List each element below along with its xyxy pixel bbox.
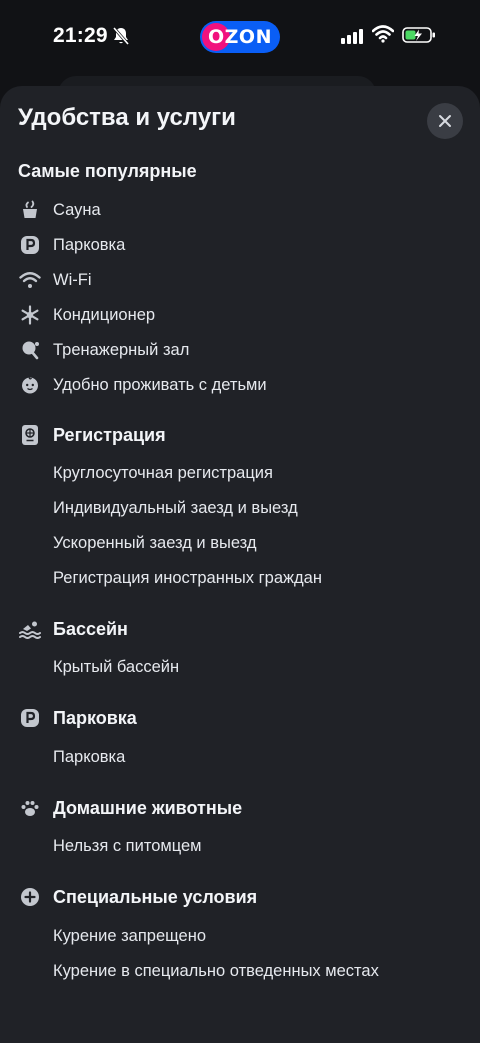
bell-slash-icon (111, 26, 131, 46)
category-item: Крытый бассейн (53, 657, 180, 676)
ozon-logo: OZON (200, 21, 280, 53)
battery-charging-icon (402, 26, 436, 49)
category-title: Бассейн (53, 618, 128, 639)
gym-icon (18, 338, 42, 362)
snowflake-icon (18, 303, 42, 327)
popular-item-label: Тренажерный зал (53, 340, 190, 359)
popular-item-air-conditioner: Кондиционер (18, 301, 458, 329)
parking-icon (18, 233, 42, 257)
popular-item-label: Сауна (53, 200, 101, 219)
category-pets: Домашние животные (18, 793, 458, 823)
popular-item-parking: Парковка (18, 231, 458, 259)
plus-circle-icon (18, 885, 42, 909)
popular-item-gym: Тренажерный зал (18, 336, 458, 364)
category-item: Курение запрещено (53, 926, 207, 945)
status-bar: 21:29 OZON (0, 0, 480, 72)
paw-icon (18, 796, 42, 820)
popular-item-label: Удобно проживать с детьми (53, 375, 267, 394)
category-special-conditions: Специальные условия (18, 882, 458, 912)
category-registration: Регистрация (18, 420, 458, 450)
category-parking: Парковка (18, 703, 458, 733)
ozon-logo-text: OZON (208, 26, 272, 48)
status-time: 21:29 (53, 24, 108, 47)
category-title: Домашние животные (53, 797, 243, 818)
popular-heading: Самые популярные (18, 161, 197, 181)
category-item: Круглосуточная регистрация (53, 463, 273, 482)
category-item: Регистрация иностранных граждан (53, 568, 322, 587)
passport-icon (18, 423, 42, 447)
popular-item-kids: Удобно проживать с детьми (18, 371, 458, 399)
wifi-icon (371, 25, 395, 48)
category-title: Специальные условия (53, 886, 258, 907)
baby-icon (18, 373, 42, 397)
category-item: Индивидуальный заезд и выезд (53, 498, 298, 517)
category-title: Парковка (53, 707, 137, 728)
popular-item-label: Wi-Fi (53, 270, 92, 289)
popular-item-label: Парковка (53, 235, 126, 254)
category-pool: Бассейн (18, 614, 458, 644)
close-icon (439, 115, 451, 127)
category-title: Регистрация (53, 424, 166, 445)
category-item: Нельзя с питомцем (53, 836, 202, 855)
category-item: Парковка (53, 747, 126, 766)
close-button[interactable] (427, 103, 463, 139)
swimming-icon (18, 617, 42, 641)
cellular-signal-icon (340, 27, 364, 50)
category-item: Ускоренный заезд и выезд (53, 533, 257, 552)
wifi-icon (18, 268, 42, 292)
popular-item-label: Кондиционер (53, 305, 156, 324)
category-item: Курение в специально отведенных местах (53, 961, 379, 980)
popular-item-sauna: Сауна (18, 196, 458, 224)
sauna-icon (18, 198, 42, 222)
popular-item-wifi: Wi-Fi (18, 266, 458, 294)
sheet-title: Удобства и услуги (18, 104, 236, 131)
parking-icon (18, 706, 42, 730)
